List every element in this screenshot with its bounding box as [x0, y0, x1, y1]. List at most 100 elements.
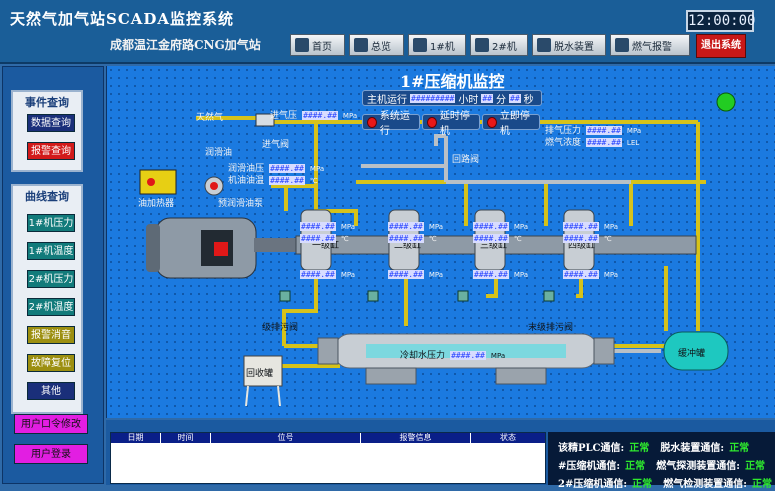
dehydrator-icon	[537, 38, 551, 52]
nav-compressor2-button[interactable]: 2#机	[470, 34, 528, 56]
col-time: 时间	[161, 433, 211, 443]
runtime-minutes: ##	[481, 93, 493, 103]
stage4-mid: ####.## ℃	[563, 226, 612, 245]
run-status-icon	[367, 116, 377, 128]
stage-mid-value: ####.##	[563, 234, 599, 243]
immediate-stop-button[interactable]: 立即停机	[482, 111, 540, 137]
curve-2-pressure-button[interactable]: 2#机压力	[27, 270, 75, 288]
unit: ℃	[428, 235, 437, 243]
curve-query-panel: 曲线查询 1#机压力 1#机温度 2#机压力 2#机温度 报警消音 故障复位 其…	[11, 184, 83, 414]
nav-label: 1#机	[430, 41, 455, 53]
inlet-pressure-label: 进气压	[270, 111, 298, 121]
stage-mid-value: ####.##	[388, 234, 424, 243]
data-query-button[interactable]: 数据查询	[27, 114, 75, 132]
gas-concentration-value: ####.##	[586, 138, 622, 147]
exit-system-button[interactable]: 退出系统	[696, 34, 746, 58]
status-value: 正常	[625, 461, 646, 472]
event-query-panel: 事件查询 数据查询 报警查询	[11, 90, 83, 172]
drain-right-label: 末级排污阀	[528, 323, 574, 333]
status-row: 该精PLC通信: 正常 脱水装置通信: 正常	[558, 436, 749, 455]
curve-1-temp-button[interactable]: 1#机温度	[27, 242, 75, 260]
delayed-stop-button[interactable]: 延时停机	[422, 111, 480, 137]
main-title: 1#压缩机监控	[400, 72, 505, 91]
stop-status-icon	[427, 116, 437, 128]
nav-home-button[interactable]: 首页	[290, 34, 345, 56]
bypass-valve-label: 回路阀	[452, 155, 480, 165]
unit: MPa	[603, 271, 619, 279]
clock-display: 12:00:00	[686, 10, 755, 32]
stage2-bot: ####.## MPa	[388, 262, 443, 281]
status-row: 2#压缩机通信: 正常 燃气检测装置通信: 正常	[558, 472, 772, 491]
col-message: 报警信息	[361, 433, 471, 443]
user-login-button[interactable]: 用户登录	[14, 444, 88, 464]
system-run-button[interactable]: 系统运行	[362, 111, 420, 137]
recovery-tank	[243, 355, 283, 407]
status-value: 正常	[729, 443, 750, 454]
gas-concentration-label: 燃气浓度	[545, 138, 582, 148]
runtime-hours: #########	[410, 93, 456, 103]
status-label: 该精PLC通信:	[558, 443, 625, 454]
oil-pump-label: 预润滑油泵	[218, 199, 264, 209]
status-label: 脱水装置通信:	[660, 443, 725, 454]
status-row: #压缩机通信: 正常 燃气探测装置通信: 正常	[558, 454, 765, 473]
drain-valves	[279, 290, 555, 302]
change-password-button[interactable]: 用户口令修改	[14, 414, 88, 434]
gas-concentration-readout: 燃气浓度 ####.## LEL	[545, 130, 639, 149]
nav-label: 燃气报警	[632, 41, 672, 53]
nav-label: 脱水装置	[554, 41, 594, 53]
alarm-query-button[interactable]: 报警查询	[27, 142, 75, 160]
runtime-display: 主机运行 ######### 小时 ## 分 ## 秒	[362, 90, 542, 106]
natural-gas-label: 天然气	[196, 113, 224, 123]
stage3-mid: ####.## ℃	[473, 226, 522, 245]
event-table: 日期 时间 位号 报警信息 状态	[110, 432, 546, 484]
cooler-value: ####.##	[450, 351, 486, 360]
inlet-pressure-unit: MPa	[342, 112, 358, 120]
oil-temp-value: ####.##	[269, 176, 305, 185]
cooler-label: 冷却水压力	[400, 351, 446, 361]
control-label: 立即停机	[499, 111, 530, 137]
overview-icon	[354, 38, 368, 52]
stage-mid-value: ####.##	[300, 234, 336, 243]
compressor-icon	[413, 38, 427, 52]
unit: MPa	[513, 271, 529, 279]
alarm-silence-button[interactable]: 报警消音	[27, 326, 75, 344]
status-value: 正常	[745, 461, 766, 472]
inlet-valve-label: 进气阀	[262, 140, 290, 150]
col-tag: 位号	[211, 433, 361, 443]
panel-title: 曲线查询	[25, 190, 69, 203]
stage-bot-value: ####.##	[388, 270, 424, 279]
nav-overview-button[interactable]: 总览	[349, 34, 404, 56]
comm-status-panel: 该精PLC通信: 正常 脱水装置通信: 正常 #压缩机通信: 正常 燃气探测装置…	[548, 432, 775, 490]
unit: MPa	[340, 271, 356, 279]
stage1-bot: ####.## MPa	[300, 262, 355, 281]
panel-title: 事件查询	[25, 96, 69, 109]
recovery-tank-label: 回收罐	[246, 369, 274, 379]
drain-left-label: 级排污阀	[262, 323, 299, 333]
stage2-mid: ####.## ℃	[388, 226, 437, 245]
inlet-pressure-readout: 进气压 ####.## MPa	[270, 103, 357, 122]
curve-1-pressure-button[interactable]: 1#机压力	[27, 214, 75, 232]
other-button[interactable]: 其他	[27, 382, 75, 400]
stage-bot-value: ####.##	[300, 270, 336, 279]
runtime-hour-unit: 小时	[458, 94, 479, 106]
nav-label: 2#机	[492, 41, 517, 53]
inlet-pressure-value: ####.##	[302, 111, 338, 120]
cooler-readout: 冷却水压力 ####.## MPa	[400, 343, 505, 362]
col-status: 状态	[500, 433, 516, 442]
status-label: 燃气探测装置通信:	[656, 461, 740, 472]
oil-heater-label: 油加热器	[138, 199, 175, 209]
nav-gas-alarm-button[interactable]: 燃气报警	[610, 34, 690, 56]
stage3-bot: ####.## MPa	[473, 262, 528, 281]
buffer-tank-label: 缓冲罐	[678, 349, 706, 359]
nav-dehydration-button[interactable]: 脱水装置	[532, 34, 606, 56]
fault-reset-button[interactable]: 故障复位	[27, 354, 75, 372]
nav-compressor1-button[interactable]: 1#机	[408, 34, 466, 56]
oil-temp-label: 机油油温	[228, 176, 265, 186]
motor	[146, 217, 304, 279]
oil-temp-unit: ℃	[309, 177, 318, 185]
col-date: 日期	[111, 433, 161, 443]
heater-status-icon	[147, 178, 155, 186]
curve-2-temp-button[interactable]: 2#机温度	[27, 298, 75, 316]
gas-concentration-unit: LEL	[626, 139, 640, 147]
oil-temp-readout: 机油油温 ####.## ℃	[228, 168, 318, 187]
